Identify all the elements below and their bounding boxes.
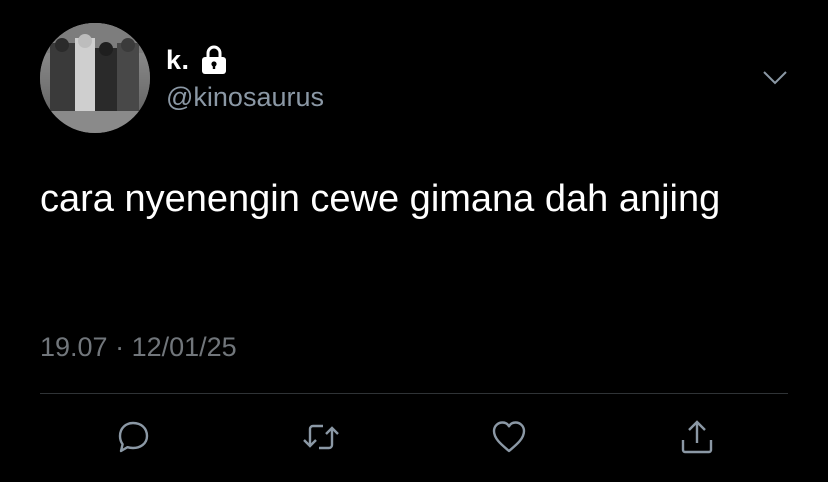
- tweet-time: 19.07: [40, 332, 108, 362]
- meta-separator: ·: [115, 332, 132, 362]
- name-row: k.: [166, 40, 228, 80]
- retweet-button[interactable]: [296, 412, 346, 462]
- share-button[interactable]: [672, 412, 722, 462]
- like-button[interactable]: [484, 412, 534, 462]
- tweet-timestamp[interactable]: 19.07 · 12/01/25: [40, 332, 237, 363]
- tweet-date: 12/01/25: [131, 332, 237, 362]
- retweet-icon: [303, 424, 339, 450]
- user-handle[interactable]: @kinosaurus: [166, 82, 324, 113]
- action-bar: [0, 412, 828, 462]
- tweet-detail: k. @kinosaurus cara nyenengin cewe giman…: [0, 0, 828, 482]
- like-icon: [492, 421, 526, 453]
- avatar-photo: [40, 23, 150, 133]
- lock-icon: [200, 45, 228, 75]
- tweet-text: cara nyenengin cewe gimana dah anjing: [40, 178, 721, 220]
- chevron-down-icon[interactable]: [760, 64, 790, 92]
- avatar[interactable]: [40, 23, 150, 133]
- divider: [40, 393, 788, 394]
- reply-button[interactable]: [108, 412, 158, 462]
- display-name[interactable]: k.: [166, 45, 190, 76]
- reply-icon: [118, 421, 149, 453]
- share-icon: [681, 420, 713, 454]
